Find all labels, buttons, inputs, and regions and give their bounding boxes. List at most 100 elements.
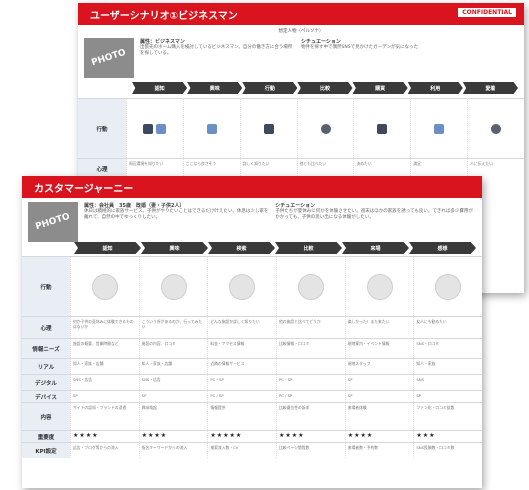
row-label: 心理	[22, 317, 70, 338]
cell: 近隣の情報サービス	[207, 359, 276, 374]
cell: SNS	[413, 375, 482, 390]
cell: 料金・アクセス情報	[207, 339, 276, 358]
row-label: 内容	[22, 403, 70, 430]
row-label: デジタル	[22, 375, 70, 390]
cell: 興味喚起	[138, 403, 208, 430]
front-stage: 認知	[74, 242, 141, 254]
back-persona: PHOTO 属性：ビジネスマン 出張先のホーム購入を検討しているビジネスマン。自…	[78, 34, 524, 82]
row-label: デバイス	[22, 391, 70, 402]
confidential-badge: CONFIDENTIAL	[458, 8, 516, 17]
priority-stars: ★★★★	[138, 431, 208, 442]
back-title: ユーザーシナリオ①ビジネスマン	[90, 10, 238, 22]
front-situation-label: シチュエーション	[275, 203, 316, 209]
cell: SP	[138, 391, 208, 402]
compare-icon	[320, 123, 331, 134]
front-stage: 検索	[208, 242, 275, 254]
front-stage: 興味	[141, 242, 208, 254]
share-icon	[491, 123, 502, 134]
back-stage: 興味	[187, 82, 243, 94]
kpi-cell: 比較ページ閲覧数	[276, 443, 345, 458]
cell: SP	[413, 391, 482, 402]
back-stage: 購買	[352, 82, 408, 94]
back-row-psychology: 心理 周辺環境を知りたい ここなら良さそう 詳しく知りたい 他とも比べたい 決め…	[78, 158, 524, 178]
front-row-real: リアル 知人・家族・店舗 知人・家族・店舗 近隣の情報サービス 現地スタッフ 知…	[22, 358, 482, 374]
cell	[276, 359, 345, 374]
front-persona: PHOTO 属性：会社員 35歳 既婚（妻・子供2人） 休日は積極的に家族サービ…	[22, 198, 482, 242]
front-row-psychology: 心理 何か子供の夏休みに体験できるものはないか こういう所があるのか、行ってみた…	[22, 316, 482, 338]
front-header: カスタマージャーニー	[22, 176, 482, 198]
front-row-device: デバイス SP SP PC / SP PC / SP SP SP	[22, 390, 482, 402]
cell: 他の施設と比べてどうか	[276, 317, 345, 338]
cell: 知人・家族・店舗	[70, 359, 139, 374]
front-stages: 認知 興味 検索 比較 来場 感想	[74, 242, 476, 254]
back-stages: 認知 興味 行動 比較 購買 利用 愛着	[132, 82, 518, 94]
cell: SNS・広告	[70, 375, 139, 390]
cell: PC・SP	[276, 375, 345, 390]
row-label: 行動	[78, 99, 126, 158]
priority-stars: ★★★★★	[207, 431, 276, 442]
cell: サイトの認知・ブランドの浸透	[70, 403, 139, 430]
cell: 現地案内・イベント情報	[344, 339, 414, 358]
contract-icon	[377, 123, 388, 134]
cell: 情報提供	[207, 403, 276, 430]
cell: 知人・家族	[413, 359, 482, 374]
front-row-kpi: KPI設定 広告・ブログ等からの流入 指名キーワードからの流入 検索流入数・CV…	[22, 442, 482, 458]
priority-stars: ★★★★	[344, 431, 414, 442]
front-attr-label: 属性：会社員 35歳 既婚（妻・子供2人）	[84, 203, 185, 209]
row-label: KPI設定	[22, 443, 70, 458]
front-stage: 来場	[342, 242, 409, 254]
row-label: 情報ニーズ	[22, 339, 70, 358]
back-stage: 愛着	[462, 82, 518, 94]
front-row-info-needs: 情報ニーズ 施設の概要、営業時間など 施設の内容、口コミ 料金・アクセス情報 比…	[22, 338, 482, 358]
cell: SNS・口コミ	[413, 339, 482, 358]
kpi-cell: 検索流入数・CV	[207, 443, 276, 458]
action-circle	[297, 273, 324, 300]
front-row-content: 内容 サイトの認知・ブランドの浸透 興味喚起 情報提供 比較優位性の訴求 来場者…	[22, 402, 482, 430]
cell: 施設の概要、営業時間など	[70, 339, 139, 358]
row-label: リアル	[22, 359, 70, 374]
cell: SP	[344, 375, 414, 390]
priority-stars: ★★★★	[276, 431, 345, 442]
action-circle	[91, 273, 118, 300]
back-row-action: 行動	[78, 98, 524, 158]
front-stage: 感想	[409, 242, 476, 254]
cell: こういう所があるのか、行ってみたい	[138, 317, 208, 338]
back-situation-text: 物件を探す中で偶然SNSで見かけたガーデンが気になった	[301, 45, 419, 50]
kpi-cell: 広告・ブログ等からの流入	[70, 443, 139, 458]
cell: ファン化・口コミ拡散	[413, 403, 482, 430]
front-attr-text: 休日は積極的に家族サービス。子供がやりたいことはできるだけ叶えたい。休息は少し家…	[84, 209, 269, 220]
cell: 来場者体験	[344, 403, 414, 430]
house-icon	[434, 123, 445, 134]
kpi-cell: SNS投稿数・口コミ数	[413, 443, 482, 458]
back-stage: 比較	[297, 82, 353, 94]
front-title: カスタマージャーニー	[34, 183, 134, 195]
action-circle	[435, 273, 462, 300]
front-row-priority: 重要度 ★★★★ ★★★★ ★★★★★ ★★★★ ★★★★ ★★★	[22, 430, 482, 442]
cell: SP	[344, 391, 414, 402]
cell: 楽しかった！また来たい	[344, 317, 414, 338]
cell: SP	[70, 391, 139, 402]
back-stage: 認知	[132, 82, 188, 94]
document-icon	[263, 123, 274, 134]
cell: 知人・家族・店舗	[138, 359, 208, 374]
back-situation-label: シチュエーション	[301, 39, 341, 45]
sns-icon	[206, 123, 217, 134]
front-sheet: カスタマージャーニー PHOTO 属性：会社員 35歳 既婚（妻・子供2人） 休…	[22, 176, 482, 488]
cell: SNS・広告	[138, 375, 208, 390]
action-circle	[160, 273, 187, 300]
cell: PC / SP	[207, 391, 276, 402]
back-stage: 行動	[242, 82, 298, 94]
cell: 何か子供の夏休みに体験できるものはないか	[70, 317, 139, 338]
person-icon	[143, 123, 154, 134]
kpi-cell: 来場者数・予約数	[344, 443, 414, 458]
row-label: 重要度	[22, 431, 70, 442]
front-stage: 比較	[275, 242, 342, 254]
front-row-digital: デジタル SNS・広告 SNS・広告 PC・SP PC・SP SP SNS	[22, 374, 482, 390]
screen-icon	[156, 123, 167, 134]
front-photo: PHOTO	[28, 202, 78, 242]
cell: 比較優位性の訴求	[276, 403, 345, 430]
front-situation-text: 子供たちが夏休みに何かを体験させたい。週末はほかの家族を誘っても良い。できれば多…	[275, 209, 473, 220]
back-stage: 利用	[407, 82, 463, 94]
cell: 施設の内容、口コミ	[138, 339, 208, 358]
action-circle	[229, 273, 256, 300]
